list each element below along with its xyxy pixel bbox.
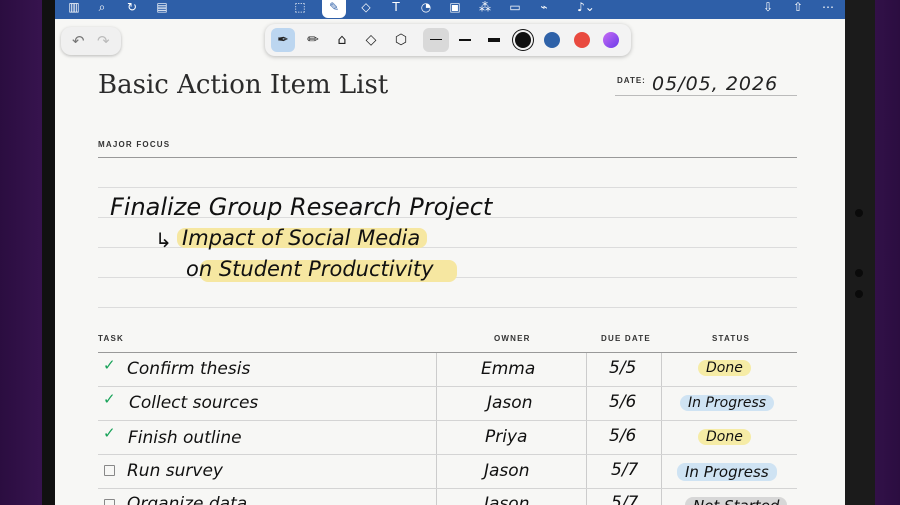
owner-cell: Emma [481,359,536,379]
share-sync-icon[interactable]: ↻ [123,0,141,16]
column-header-status: STATUS [712,334,751,343]
color-swatch-red[interactable] [574,32,590,48]
row-divider [98,420,797,421]
column-header-task: TASK [98,334,124,343]
ruled-line [98,307,797,308]
sensor-dot [855,269,863,277]
shapes-icon[interactable]: ◔ [417,0,435,16]
document-icon[interactable]: ▤ [153,0,171,16]
sensor-dot [855,209,863,217]
textbox-icon[interactable]: T [387,0,405,16]
checkmark-icon[interactable]: ✓ [103,356,116,374]
task-cell: Collect sources [129,393,259,413]
undo-icon[interactable]: ↶ [72,32,85,50]
lasso-icon[interactable]: ⬚ [291,0,309,16]
sidebar-icon[interactable]: ▥ [65,0,83,16]
column-header-due: DUE DATE [601,334,651,343]
checkbox[interactable] [104,465,115,476]
status-badge: In Progress [677,463,777,481]
sensor-dot [855,290,863,298]
divider [98,157,797,158]
redo-icon[interactable]: ↷ [97,32,110,50]
undo-redo-control: ↶ ↷ [61,27,121,55]
task-cell: Organize data [127,494,248,505]
pen-palette: ✒ ✏ ⌂ ◇ ⬡ [265,24,631,56]
ruled-line [98,187,797,188]
export-icon[interactable]: ⇩ [759,0,777,16]
row-divider [98,454,797,455]
task-cell: Finish outline [128,428,242,448]
column-divider [586,353,587,505]
notes-app-screen: ▥ ⌕ ↻ ▤ ⬚ ✎ ◇ T ◔ ▣ ⁂ ▭ ⌁ ♪⌄ ⇩ ⇧ ⋯ ↶ ↷ ✒… [55,0,845,505]
eraser-tool-icon[interactable]: ◇ [359,28,383,52]
owner-cell: Jason [487,393,533,413]
color-swatch-purple[interactable] [603,32,619,48]
date-value: 05/05, 2026 [652,73,779,95]
major-focus-label: MAJOR FOCUS [98,140,171,149]
elements-icon[interactable]: ⁂ [476,0,494,16]
highlighter-tool-icon[interactable]: ⌂ [330,28,354,52]
link-icon[interactable]: ⌁ [535,0,553,16]
due-cell: 5/6 [609,426,637,446]
status-badge: Done [698,429,751,445]
date-underline [615,95,797,96]
lasso-tool-icon[interactable]: ⬡ [389,28,413,52]
image-icon[interactable]: ▣ [446,0,464,16]
focus-line-3: on Student Productivity [186,257,434,281]
column-divider [436,353,437,505]
top-toolbar: ▥ ⌕ ↻ ▤ ⬚ ✎ ◇ T ◔ ▣ ⁂ ▭ ⌁ ♪⌄ ⇩ ⇧ ⋯ [55,0,845,19]
tablet-edge [845,0,875,505]
stroke-thin-option[interactable] [423,28,449,52]
stroke-thin-icon [430,39,442,40]
search-icon[interactable]: ⌕ [93,0,111,16]
status-badge: Done [698,360,751,376]
pen-tool-icon[interactable]: ✒ [271,28,295,52]
color-swatch-black[interactable] [515,32,531,48]
focus-arrow: ↳ [155,228,172,252]
microphone-icon[interactable]: ♪⌄ [572,0,600,16]
eraser-icon[interactable]: ◇ [357,0,375,16]
color-swatch-blue[interactable] [544,32,560,48]
pen-icon[interactable]: ✎ [322,0,346,18]
due-cell: 5/5 [609,358,637,378]
status-badge: Not Started [685,497,788,505]
owner-cell: Jason [484,461,530,481]
stroke-thick-option[interactable] [488,38,500,42]
due-cell: 5/7 [611,493,639,505]
row-divider [98,488,797,489]
focus-line-1: Finalize Group Research Project [110,193,493,221]
owner-cell: Jason [484,494,530,505]
task-cell: Run survey [127,461,223,481]
more-icon[interactable]: ⋯ [819,0,837,16]
focus-line-2: Impact of Social Media [182,226,421,250]
column-header-owner: OWNER [494,334,531,343]
checkmark-icon[interactable]: ✓ [103,390,116,408]
column-divider [661,353,662,505]
row-divider [98,386,797,387]
due-cell: 5/6 [609,392,637,412]
sticky-note-icon[interactable]: ▭ [506,0,524,16]
stroke-medium-option[interactable] [459,39,471,41]
pencil-tool-icon[interactable]: ✏ [301,28,325,52]
table-header-rule [98,352,797,353]
task-cell: Confirm thesis [127,359,251,379]
due-cell: 5/7 [611,460,639,480]
share-icon[interactable]: ⇧ [789,0,807,16]
checkmark-icon[interactable]: ✓ [103,424,116,442]
date-label: DATE: [617,76,646,85]
checkbox[interactable] [104,499,115,505]
status-badge: In Progress [680,395,775,411]
owner-cell: Priya [485,427,528,447]
page-title: Basic Action Item List [98,70,389,100]
